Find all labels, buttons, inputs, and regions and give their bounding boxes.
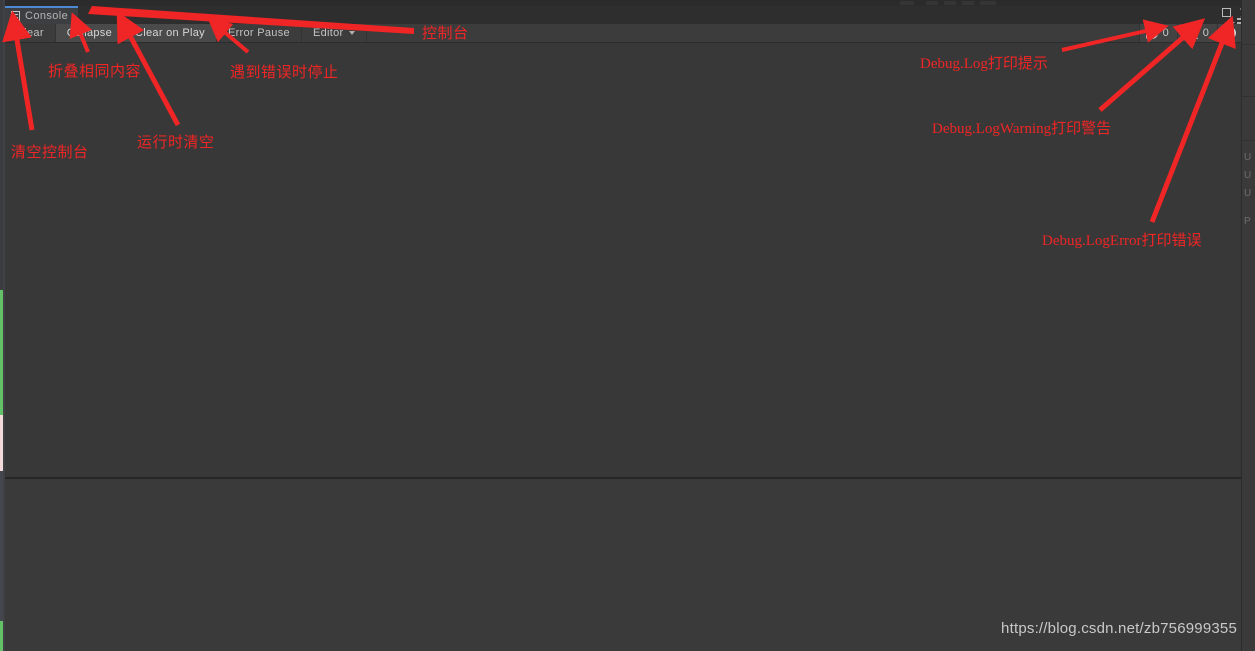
tab-console[interactable]: Console [5, 6, 79, 24]
right-panel-edge-strip: U U U P [1241, 0, 1255, 651]
console-toolbar: Clear Collapse Clear on Play Error Pause… [5, 24, 1255, 43]
console-window: Console Clear Collapse Clear on Play Err… [5, 6, 1255, 651]
right-strip-divider [1242, 44, 1255, 45]
right-strip-divider [1242, 140, 1255, 141]
collapse-button[interactable]: Collapse [55, 24, 124, 42]
clear-on-play-button[interactable]: Clear on Play [124, 24, 217, 42]
chevron-down-icon [349, 31, 356, 35]
clear-button[interactable]: Clear [5, 24, 56, 42]
watermark: https://blog.csdn.net/zb756999355 [1001, 620, 1237, 637]
left-strip-segment-green [0, 290, 3, 415]
log-counter[interactable]: 0 [1138, 24, 1177, 42]
error-pause-button[interactable]: Error Pause [216, 24, 302, 42]
right-strip-divider [1242, 96, 1255, 97]
message-counters: 0 0 0 [1138, 24, 1255, 42]
toolbar-spacer [367, 24, 1139, 42]
left-panel-edge-strip [0, 0, 5, 651]
console-icon [11, 10, 20, 22]
console-log-list[interactable] [5, 43, 1255, 477]
right-strip-text-fragment: U [1244, 170, 1252, 181]
warning-icon [1183, 27, 1198, 39]
right-strip-text-fragment: U [1244, 152, 1252, 163]
left-strip-segment-dark [0, 0, 3, 290]
left-strip-segment-pink [0, 415, 3, 471]
unity-editor-console-window: Console Clear Collapse Clear on Play Err… [0, 0, 1255, 651]
warning-counter[interactable]: 0 [1176, 24, 1217, 42]
left-strip-segment-slate [0, 471, 3, 621]
log-count-value: 0 [1162, 27, 1169, 39]
tab-console-label: Console [25, 10, 69, 22]
warning-count-value: 0 [1202, 27, 1209, 39]
right-strip-text-fragment: U [1244, 188, 1252, 199]
left-strip-segment-green-bottom [0, 621, 3, 651]
console-tabbar: Console [5, 6, 1255, 24]
error-icon [1223, 25, 1236, 39]
editor-dropdown-label: Editor [312, 27, 344, 39]
info-log-icon [1145, 25, 1158, 39]
right-strip-text-fragment: P [1244, 216, 1251, 227]
background-tabs-fragment [900, 0, 1020, 5]
editor-dropdown[interactable]: Editor [301, 24, 368, 42]
maximize-icon[interactable] [1222, 8, 1231, 17]
